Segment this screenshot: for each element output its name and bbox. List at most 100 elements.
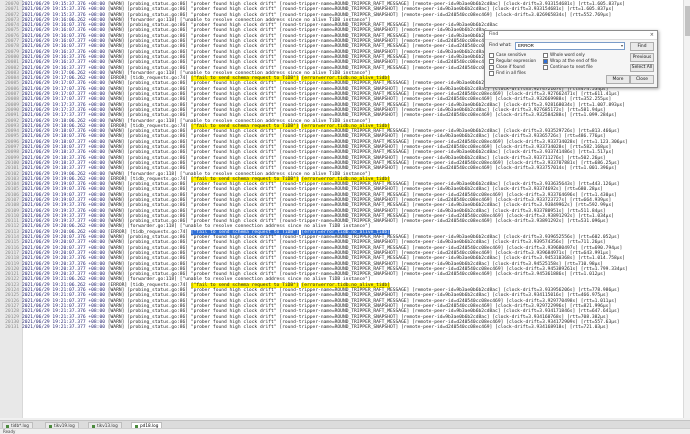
log-level: ERROR [110, 282, 125, 288]
log-timestamp: 2021/06/29 19:20:37.376 +08:00 [22, 261, 105, 267]
select-all-button[interactable]: Select All [630, 64, 654, 72]
log-source: probing_status.go:86 [129, 113, 186, 119]
log-line[interactable]: 20131 2021/06/29 19:21:37.377 +08:00 [WAR… [0, 325, 690, 330]
checkbox-icon[interactable] [489, 70, 494, 76]
log-timestamp: 2021/06/29 19:21:06.262 +08:00 [22, 277, 105, 283]
option-label: Wrap at the end of file [550, 58, 597, 63]
log-level: WARN [110, 49, 122, 55]
find-button[interactable]: Find [630, 42, 654, 51]
close-icon[interactable]: × [650, 31, 654, 39]
log-message: "prober found high clock drift" [190, 298, 277, 304]
log-fields: [round-tripper-name=ROUND_TRIPPER_SNAPSH… [279, 49, 487, 55]
vertical-scrollbar[interactable] [683, 0, 690, 418]
log-fields: [round-tripper-name=ROUND_TRIPPER_RAFT_M… [279, 139, 628, 145]
log-level: WARN [110, 166, 122, 172]
file-tab-bar: tidb*.log tikv19.log tikv13.log pd18.log [0, 420, 690, 428]
log-level: WARN [110, 187, 122, 193]
checkbox-icon[interactable] [543, 52, 548, 58]
log-source: probing_status.go:86 [129, 139, 186, 145]
option-checkbox[interactable]: Close if found [489, 64, 525, 70]
option-checkbox[interactable]: Find in all files [489, 70, 526, 76]
log-timestamp: 2021/06/29 19:18:37.376 +08:00 [22, 155, 105, 161]
option-label: Whole word only [550, 52, 585, 57]
log-fields: [round-tripper-name=ROUND_TRIPPER_SNAPSH… [279, 155, 606, 161]
log-timestamp: 2021/06/29 19:21:07.376 +08:00 [22, 293, 105, 299]
checkbox-checked-icon[interactable] [543, 58, 548, 64]
log-fields: [round-tripper-name=ROUND_TRIPPER_RAFT_M… [279, 150, 614, 156]
previous-button[interactable]: Previous [630, 53, 654, 62]
log-message: "prober found high clock drift" [190, 314, 277, 320]
log-source: probing_status.go:86 [129, 256, 186, 262]
log-level: WARN [110, 203, 122, 209]
log-source: probing_status.go:86 [129, 309, 186, 315]
log-message: "prober found high clock drift" [190, 293, 277, 299]
log-source: probing_status.go:86 [129, 166, 186, 172]
log-fields: [round-tripper-name=ROUND_TRIPPER_SNAPSH… [279, 12, 612, 18]
option-checkbox[interactable]: Wrap at the end of file [543, 58, 597, 64]
find-dialog-titlebar[interactable]: Find × [485, 31, 657, 40]
checkbox-icon[interactable] [489, 52, 494, 58]
option-label: Close if found [496, 64, 525, 69]
log-message: "prober found high clock drift" [190, 7, 277, 13]
log-source: probing_status.go:86 [129, 245, 186, 251]
log-source: probing_status.go:86 [129, 314, 186, 320]
find-what-input[interactable]: ERROR ▾ [515, 42, 625, 50]
log-message: ["unable to resolve connection address s… [179, 171, 371, 177]
log-level: WARN [110, 192, 122, 198]
log-message: ["unable to resolve connection address s… [179, 224, 371, 230]
log-source: probing_status.go:86 [129, 86, 186, 92]
log-source: probing_status.go:86 [129, 65, 186, 71]
log-timestamp: 2021/06/29 19:16:07.377 +08:00 [22, 44, 105, 50]
log-source: probing_status.go:86 [129, 240, 186, 246]
log-timestamp: 2021/06/29 19:20:07.377 +08:00 [22, 240, 105, 246]
scrollbar-thumb[interactable] [685, 6, 690, 36]
log-message: "prober found high clock drift" [190, 134, 277, 140]
log-source: probing_status.go:86 [129, 261, 186, 267]
log-source: probing_status.go:86 [129, 12, 186, 18]
checkbox-icon[interactable] [489, 58, 494, 64]
log-message: "prober found high clock drift" [190, 187, 277, 193]
close-button[interactable]: Close [630, 75, 654, 84]
log-timestamp: 2021/06/29 19:21:06.262 +08:00 [22, 282, 105, 288]
log-message: "prober found high clock drift" [190, 44, 277, 50]
log-timestamp: 2021/06/29 19:17:37.376 +08:00 [22, 102, 105, 108]
log-fields: [round-tripper-name=ROUND_TRIPPER_RAFT_M… [279, 298, 617, 304]
log-timestamp: 2021/06/29 19:16:07.376 +08:00 [22, 28, 105, 34]
log-timestamp: 2021/06/29 19:18:37.376 +08:00 [22, 150, 105, 156]
log-message: "prober found high clock drift" [190, 102, 277, 108]
option-checkbox[interactable]: Whole word only [543, 52, 585, 58]
log-message: "prober found high clock drift" [190, 97, 277, 103]
log-level: WARN [110, 277, 122, 283]
checkbox-icon[interactable] [489, 64, 494, 70]
log-level: WARN [110, 293, 122, 299]
find-dialog-title: Find [489, 32, 499, 37]
chevron-down-icon[interactable]: ▾ [621, 43, 623, 49]
log-source: probing_status.go:86 [129, 134, 186, 140]
log-source: probing_status.go:86 [129, 44, 186, 50]
log-message: "prober found high clock drift" [190, 261, 277, 267]
log-level: WARN [110, 298, 122, 304]
log-fields: [round-tripper-name=ROUND_TRIPPER_SNAPSH… [279, 7, 614, 13]
log-level: WARN [110, 60, 122, 66]
log-level: WARN [110, 224, 122, 230]
log-level: WARN [110, 261, 122, 267]
log-source: forwarder.go:118 [129, 171, 175, 177]
log-level: WARN [110, 28, 122, 34]
option-checkbox[interactable]: Case sensitive [489, 52, 526, 58]
checkbox-icon[interactable] [543, 64, 548, 70]
log-timestamp: 2021/06/29 19:19:06.262 +08:00 [22, 171, 105, 177]
log-timestamp: 2021/06/29 19:15:37.376 +08:00 [22, 7, 105, 13]
log-timestamp: 2021/06/29 19:15:37.376 +08:00 [22, 12, 105, 18]
log-level: WARN [110, 81, 122, 87]
log-message: "prober found high clock drift" [190, 309, 277, 315]
log-message: "prober found high clock drift" [190, 192, 277, 198]
status-bar: Ready [0, 428, 690, 434]
option-checkbox[interactable]: Regular expression [489, 58, 536, 64]
log-source: probing_status.go:86 [129, 208, 186, 214]
option-checkbox[interactable]: Continue to next file [543, 64, 593, 70]
log-message: "prober found high clock drift" [190, 240, 277, 246]
log-fields: [round-tripper-name=ROUND_TRIPPER_RAFT_M… [279, 245, 623, 251]
more-button[interactable]: More [606, 75, 630, 84]
log-level: WARN [110, 86, 122, 92]
log-message: "prober found high clock drift" [190, 166, 277, 172]
